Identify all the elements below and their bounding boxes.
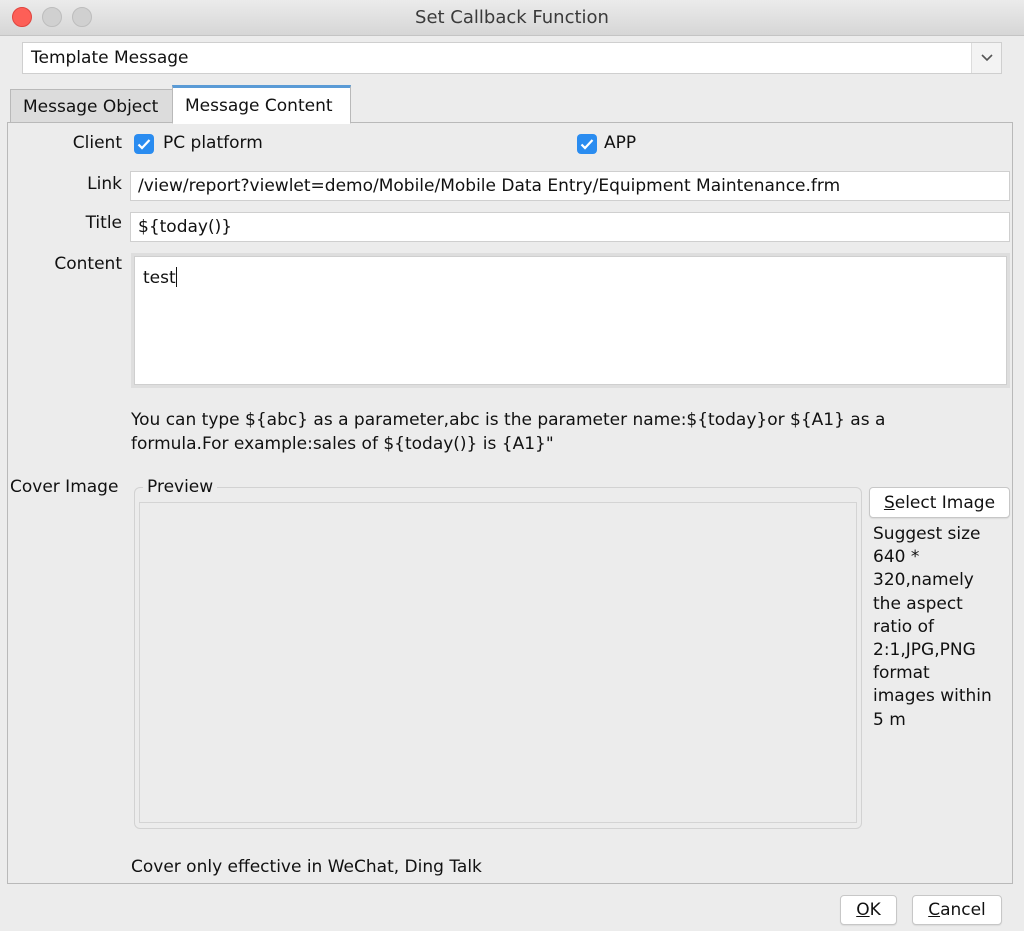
content-textarea[interactable]: test — [131, 253, 1010, 388]
pc-platform-label[interactable]: PC platform — [163, 133, 263, 153]
suggest-line: the aspect — [873, 593, 963, 614]
suggest-line: 640 * — [873, 547, 920, 568]
suggest-line: 2:1,JPG,PNG — [873, 640, 976, 661]
preview-label: Preview — [143, 477, 218, 497]
title-label: Title — [85, 213, 122, 233]
chevron-down-icon[interactable] — [971, 43, 1001, 73]
cancel-button[interactable]: Cancel — [912, 895, 1002, 925]
message-type-value: Template Message — [31, 48, 189, 68]
window-title: Set Callback Function — [415, 7, 609, 28]
tab-message-content[interactable]: Message Content — [172, 85, 351, 124]
pc-platform-checkbox[interactable] — [134, 134, 154, 154]
text-caret — [175, 267, 177, 287]
select-image-label: elect Image — [894, 492, 996, 513]
link-input[interactable]: /view/report?viewlet=demo/Mobile/Mobile … — [130, 171, 1010, 201]
suggest-line: ratio of — [873, 616, 934, 637]
checkmark-icon — [580, 139, 594, 150]
cover-image-preview — [139, 502, 857, 823]
select-image-button[interactable]: Select Image — [869, 487, 1010, 518]
select-image-mnemonic: S — [883, 492, 895, 513]
link-label: Link — [87, 174, 122, 194]
ok-mnemonic: O — [856, 900, 870, 920]
cover-note: Cover only effective in WeChat, Ding Tal… — [131, 857, 482, 877]
parameter-hint-line-2: formula.For example:sales of ${today()} … — [131, 434, 554, 454]
suggest-line: images within — [873, 686, 992, 707]
ok-label: K — [869, 900, 881, 920]
suggest-line: format — [873, 663, 930, 684]
suggest-line: 320,namely — [873, 570, 974, 591]
app-label[interactable]: APP — [604, 133, 636, 153]
cancel-mnemonic: C — [928, 900, 941, 920]
suggest-line: 5 m — [873, 709, 906, 730]
cover-image-label: Cover Image — [10, 477, 119, 497]
tab-message-object[interactable]: Message Object — [10, 89, 173, 123]
content-text: test — [143, 268, 176, 288]
ok-button[interactable]: OK — [840, 895, 897, 925]
checkmark-icon — [137, 139, 151, 150]
title-input[interactable]: ${today()} — [130, 212, 1010, 242]
dialog-window: Set Callback Function Template Message M… — [0, 0, 1024, 931]
parameter-hint-line-1: You can type ${abc} as a parameter,abc i… — [131, 410, 886, 430]
client-label: Client — [72, 133, 122, 153]
suggest-line: Suggest size — [873, 524, 981, 544]
app-checkbox[interactable] — [577, 134, 597, 154]
message-type-select[interactable]: Template Message — [22, 42, 1002, 74]
content-label: Content — [54, 254, 122, 274]
cancel-label: ancel — [940, 900, 986, 920]
preview-group: Preview — [134, 477, 862, 829]
suggest-size-text: Suggest size 640 * 320,namely the aspect… — [873, 523, 1003, 732]
title-bar: Set Callback Function — [0, 0, 1024, 36]
